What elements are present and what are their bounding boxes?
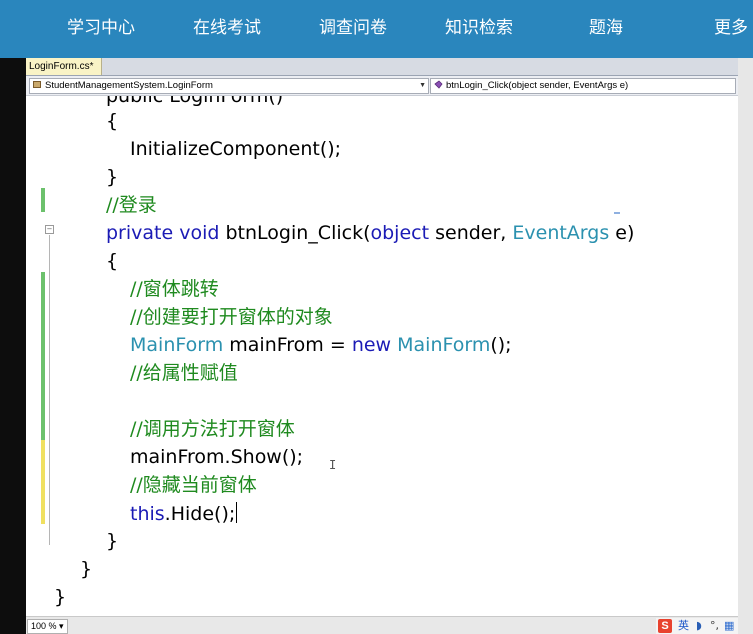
mouse-ibeam-cursor-icon: I (329, 458, 337, 472)
editor-status-bar: 100 % ▾ S 英 ◗ °, ▦ (26, 616, 738, 634)
code-line: } (106, 166, 119, 188)
ide-window: LoginForm.cs* StudentManagementSystem.Lo… (26, 58, 738, 634)
code-line-method-signature: private void btnLogin_Click(object sende… (106, 222, 635, 244)
smart-tag-marker[interactable] (614, 212, 620, 214)
saved-change-bar (41, 272, 45, 440)
code-editor[interactable]: − public LoginForm() { InitializeCompone… (26, 96, 738, 616)
code-line: { (106, 110, 119, 132)
nav-more[interactable]: 更多 (714, 13, 748, 38)
code-comment: //窗体跳转 (130, 278, 219, 300)
code-comment: //给属性赋值 (130, 362, 238, 384)
text-caret (236, 502, 238, 523)
chevron-down-icon: ▼ (419, 82, 426, 89)
code-comment: //调用方法打开窗体 (130, 418, 295, 440)
method-icon (434, 80, 443, 89)
tab-loginform-cs[interactable]: LoginForm.cs* (26, 58, 103, 75)
ime-language-toggle[interactable]: 英 (678, 618, 689, 634)
class-icon (33, 80, 42, 89)
nav-knowledge-search[interactable]: 知识检索 (445, 13, 513, 38)
nav-online-exam[interactable]: 在线考试 (193, 13, 261, 38)
collapse-toggle-icon[interactable]: − (45, 225, 54, 234)
class-dropdown-value: StudentManagementSystem.LoginForm (45, 80, 213, 91)
code-line-current: this.Hide(); (130, 502, 238, 525)
code-line: } (54, 586, 67, 608)
outline-guide (49, 235, 50, 545)
code-line: { (106, 250, 119, 272)
code-line: } (106, 530, 119, 552)
code-line: mainFrom.Show(); (130, 446, 304, 468)
navigation-bar: StudentManagementSystem.LoginForm ▼ btnL… (26, 76, 738, 96)
sogou-ime-logo: S (658, 619, 672, 633)
member-dropdown[interactable]: btnLogin_Click(object sender, EventArgs … (430, 78, 736, 94)
code-line: InitializeComponent(); (130, 138, 342, 160)
code-comment: //创建要打开窗体的对象 (130, 306, 333, 328)
left-dark-strip (0, 58, 26, 634)
code-comment: //隐藏当前窗体 (130, 474, 257, 496)
class-dropdown[interactable]: StudentManagementSystem.LoginForm ▼ (29, 78, 429, 94)
right-strip (738, 58, 753, 634)
nav-survey[interactable]: 调查问卷 (319, 13, 387, 38)
document-tab-bar: LoginForm.cs* (26, 58, 738, 76)
code-line-declaration: MainForm mainFrom = new MainForm(); (130, 334, 512, 356)
nav-question-bank[interactable]: 题海 (589, 13, 623, 38)
half-width-moon-icon[interactable]: ◗ (696, 618, 702, 634)
code-line: } (80, 558, 93, 580)
saved-change-bar (41, 188, 45, 212)
site-nav-bar: 学习中心 在线考试 调查问卷 知识检索 题海 更多 (0, 0, 753, 58)
punctuation-icon[interactable]: °, (710, 618, 719, 634)
code-line-constructor: public LoginForm() (106, 96, 284, 107)
member-dropdown-value: btnLogin_Click(object sender, EventArgs … (446, 80, 629, 91)
unsaved-change-bar (41, 440, 45, 524)
nav-study-center[interactable]: 学习中心 (67, 13, 135, 38)
soft-keyboard-icon[interactable]: ▦ (724, 618, 734, 634)
code-comment: //登录 (106, 194, 157, 216)
ime-toolbar[interactable]: S 英 ◗ °, ▦ (656, 618, 738, 634)
zoom-dropdown[interactable]: 100 % ▾ (27, 619, 68, 634)
